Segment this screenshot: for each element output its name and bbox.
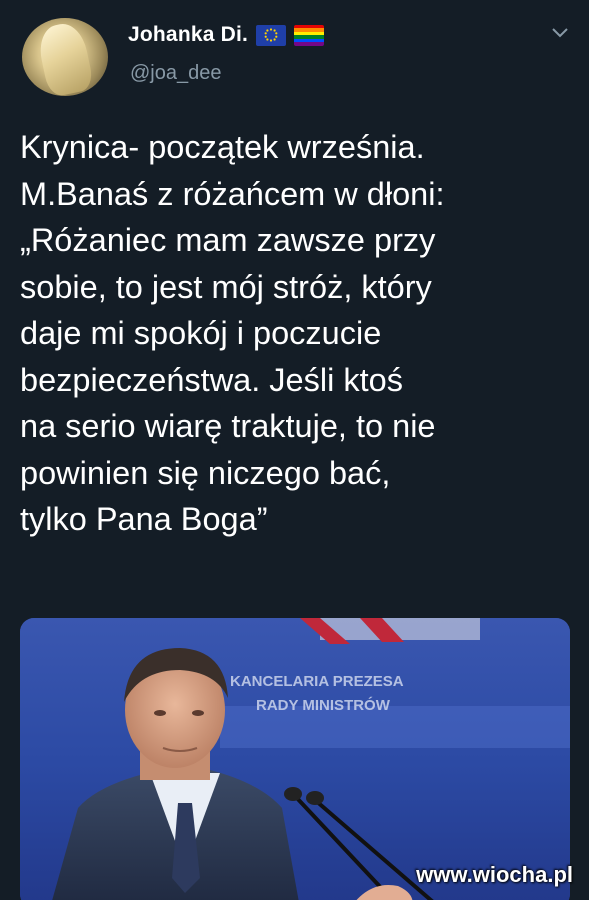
tweet-text-line: sobie, to jest mój stróż, który — [20, 268, 432, 305]
tweet-text-line: bezpieczeństwa. Jeśli ktoś — [20, 361, 403, 398]
tweet-card: Johanka Di. @joa_dee Krynica- początek w… — [0, 0, 589, 900]
rainbow-flag-icon — [294, 24, 325, 46]
author-handle[interactable]: @joa_dee — [130, 62, 221, 85]
backdrop-text-1: KANCELARIA PREZESA — [230, 673, 404, 690]
tweet-text-line: na serio wiarę traktuje, to nie — [20, 408, 436, 444]
author-name-row: Johanka Di. — [128, 20, 325, 50]
tweet-text-line: tylko Pana Boga” — [20, 501, 268, 537]
tweet-text-line: „Różaniec mam zawsze przy — [20, 222, 436, 258]
photo-illustration: KANCELARIA PREZESA RADY MINISTRÓW — [20, 618, 570, 900]
watermark: www.wiocha.pl — [416, 862, 573, 887]
tweet-media-photo[interactable]: KANCELARIA PREZESA RADY MINISTRÓW — [20, 618, 570, 900]
tweet-text: Krynica- początek września. M.Banaś z ró… — [20, 124, 575, 543]
avatar-hair — [35, 19, 95, 96]
avatar[interactable] — [22, 18, 108, 96]
tweet-text-line: Krynica- początek września. — [20, 129, 425, 165]
tweet-text-line: powinien się niczego bać, — [20, 454, 391, 491]
backdrop-text-2: RADY MINISTRÓW — [256, 696, 391, 714]
eu-flag-icon — [256, 24, 287, 46]
chevron-down-icon[interactable] — [550, 26, 570, 40]
author-display-name[interactable]: Johanka Di. — [128, 23, 248, 47]
tweet-text-line: M.Banaś z różańcem w dłoni: — [20, 175, 445, 212]
tweet-text-line: daje mi spokój i poczucie — [20, 315, 382, 351]
